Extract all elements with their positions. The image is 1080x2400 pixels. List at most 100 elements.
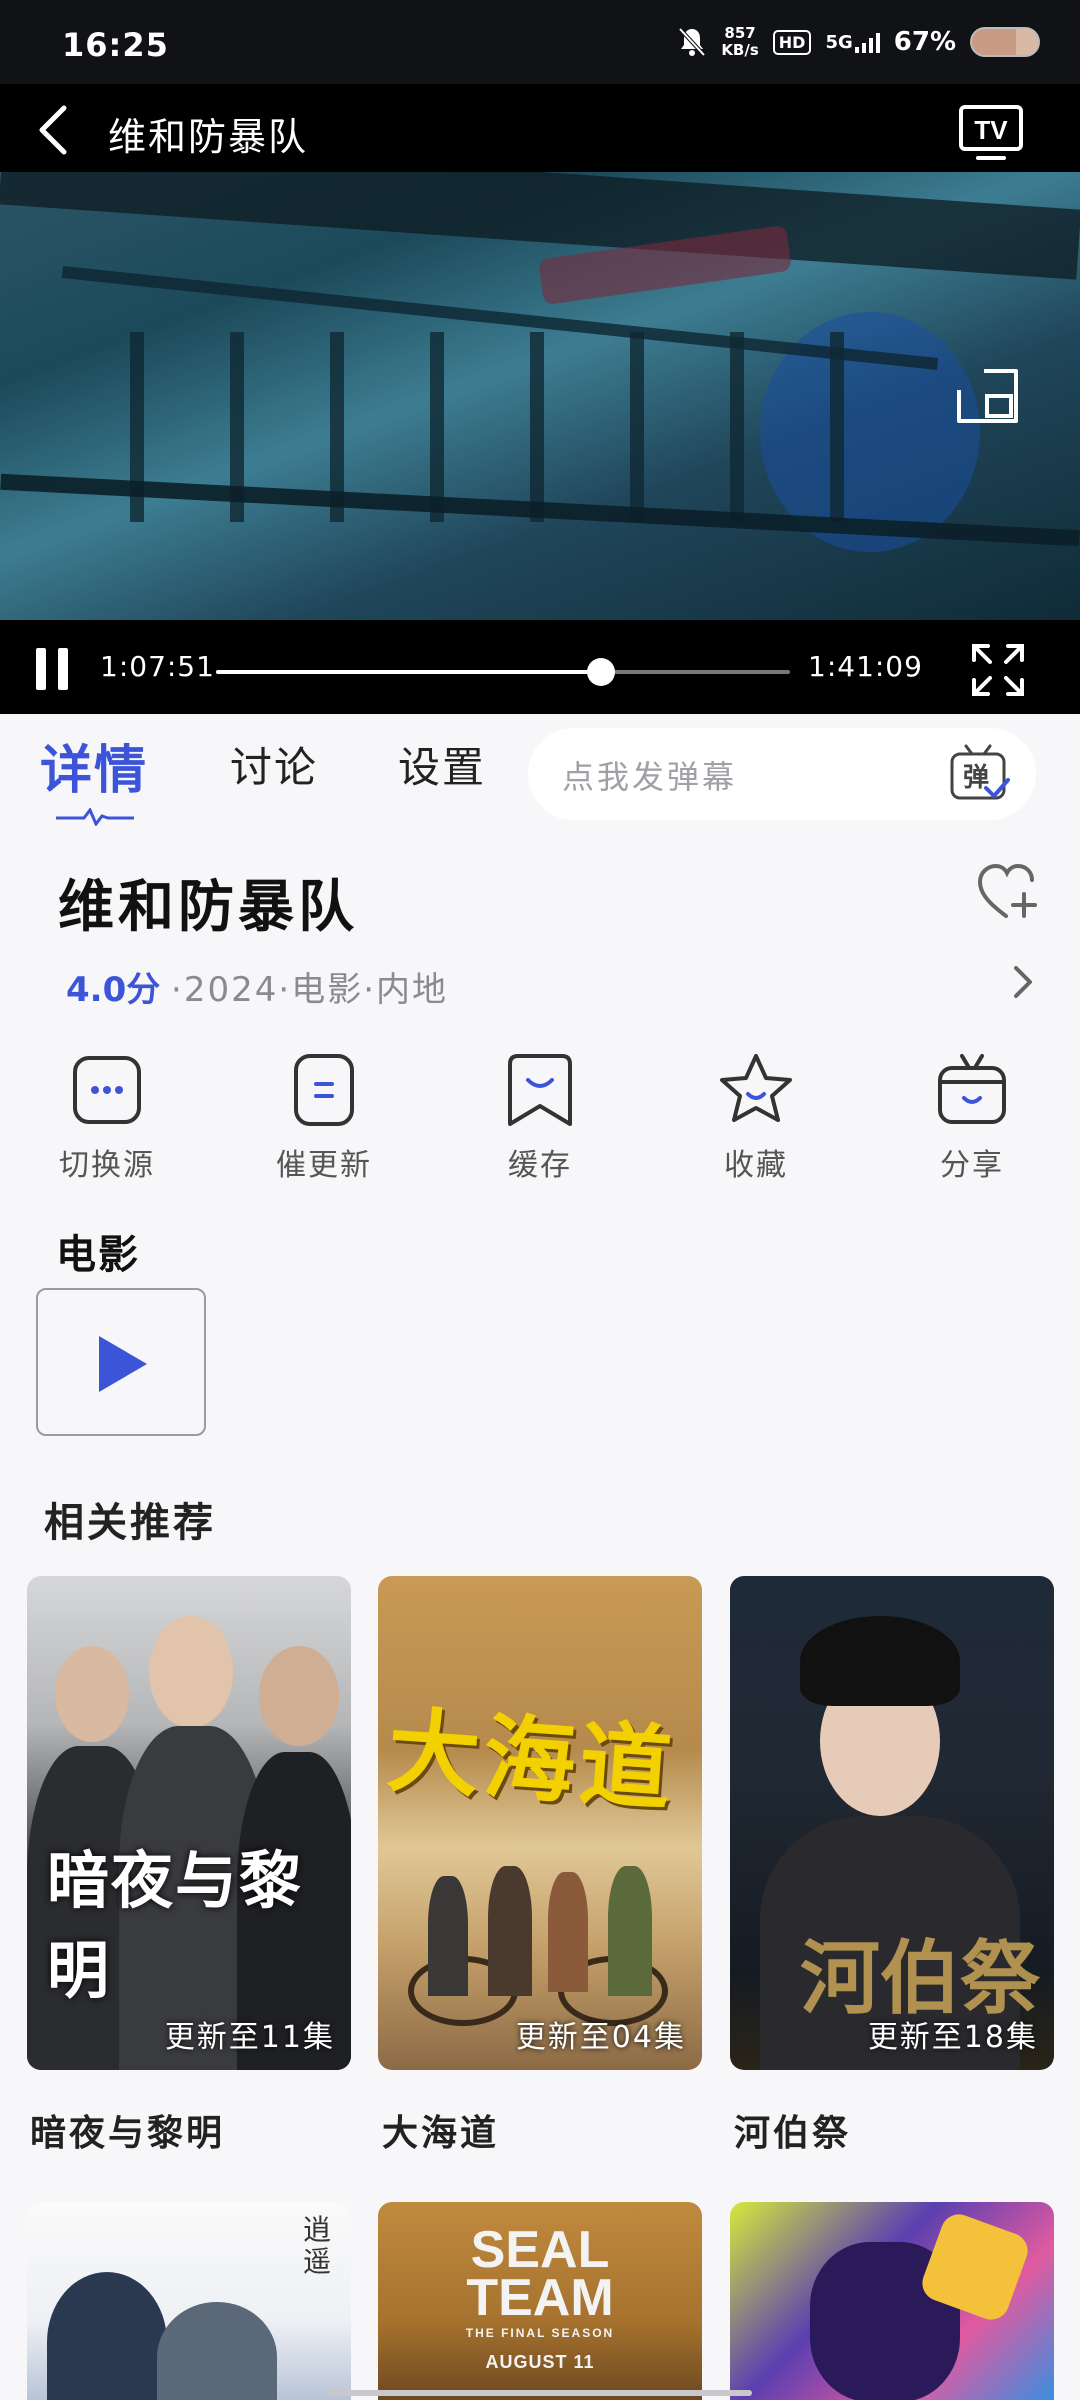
episode-badge: 更新至18集 xyxy=(867,2020,1038,2055)
action-label: 催更新 xyxy=(276,1148,372,1183)
active-tab-indicator xyxy=(56,808,134,826)
tv-cast-icon: TV xyxy=(959,105,1023,160)
recommendation-title[interactable]: 大海道 xyxy=(382,2104,499,2156)
action-label: 收藏 xyxy=(724,1148,788,1183)
signal-bars-icon xyxy=(854,31,880,53)
hd-badge: HD xyxy=(772,29,812,55)
poster-face xyxy=(259,1646,339,1746)
pause-bar xyxy=(36,648,46,690)
recommendation-poster[interactable]: 逍遥 xyxy=(27,2202,351,2400)
recommendation-title[interactable]: 暗夜与黎明 xyxy=(30,2104,225,2156)
episode-badge: 更新至04集 xyxy=(515,2020,686,2055)
back-button[interactable] xyxy=(30,102,80,158)
tv-label: TV xyxy=(974,115,1008,145)
net-speed-unit: KB/s xyxy=(721,41,759,59)
chevron-right-icon xyxy=(1014,966,1032,998)
section-heading-movie: 电影 xyxy=(56,1232,140,1278)
recommendation-poster[interactable]: 暗夜与黎明 更新至11集 xyxy=(27,1576,351,2070)
scene-rail xyxy=(61,266,939,370)
poster-vertical-text: 逍遥 xyxy=(303,2213,332,2278)
scene-post xyxy=(530,332,544,522)
heart-plus-icon xyxy=(977,863,1037,918)
play-episode-card[interactable] xyxy=(36,1288,206,1436)
network-type: 5G xyxy=(825,32,853,53)
scene-post xyxy=(830,332,844,522)
section-heading-recommendations: 相关推荐 xyxy=(44,1500,216,1546)
poster-face xyxy=(55,1646,129,1742)
tab-bar: 详情 讨论 设置 点我发弹幕 弹 xyxy=(0,714,1080,834)
switch-source-button[interactable]: 切换源 xyxy=(27,1050,187,1184)
fullscreen-button[interactable] xyxy=(970,642,1026,698)
danmu-toggle-button[interactable]: 弹 xyxy=(946,742,1010,806)
poster-hair xyxy=(800,1616,960,1706)
play-icon xyxy=(99,1336,147,1392)
meta-info: ·2024·电影·内地 xyxy=(171,970,448,1010)
danmu-icon: 弹 xyxy=(950,744,1010,800)
net-speed-value: 857 xyxy=(724,24,756,42)
video-player[interactable]: 维和防暴队 TV 1:07:51 1:41:09 xyxy=(0,84,1080,714)
poster-figure xyxy=(488,1866,532,1996)
home-indicator[interactable] xyxy=(328,2390,752,2396)
action-label: 分享 xyxy=(940,1148,1004,1183)
update-icon xyxy=(294,1054,354,1126)
favorite-button[interactable]: 收藏 xyxy=(676,1050,836,1184)
scene-post xyxy=(730,332,744,522)
scene-post xyxy=(630,332,644,522)
pause-button[interactable] xyxy=(36,648,76,690)
cell-signal: 5G xyxy=(825,31,880,53)
seek-bar-fill xyxy=(216,670,601,674)
mute-bell-icon xyxy=(678,27,706,57)
poster-face xyxy=(149,1616,233,1728)
follow-button[interactable] xyxy=(976,862,1040,922)
download-cache-icon xyxy=(508,1054,572,1126)
video-frame[interactable] xyxy=(0,134,1080,632)
more-dots-icon xyxy=(73,1056,141,1124)
total-time: 1:41:09 xyxy=(808,650,923,683)
action-row: 切换源 催更新 缓存 收藏 分享 xyxy=(0,1050,1080,1190)
tab-discuss[interactable]: 讨论 xyxy=(230,734,318,795)
pip-button[interactable] xyxy=(954,366,1020,426)
cast-tv-button[interactable]: TV xyxy=(958,104,1024,162)
share-button[interactable]: 分享 xyxy=(892,1050,1052,1184)
poster-figure xyxy=(608,1866,652,1996)
seek-bar[interactable] xyxy=(216,658,790,686)
urge-update-button[interactable]: 催更新 xyxy=(244,1050,404,1184)
recommendation-poster[interactable]: SEAL TEAM THE FINAL SEASON AUGUST 11 xyxy=(378,2202,702,2400)
pause-bar xyxy=(58,648,68,690)
net-speed: 857 KB/s xyxy=(721,25,758,59)
player-controls: 1:07:51 1:41:09 xyxy=(0,620,1080,714)
poster-figure xyxy=(47,2272,167,2400)
danmu-placeholder: 点我发弹幕 xyxy=(562,758,738,796)
recommendation-poster[interactable]: 大海道 更新至04集 xyxy=(378,1576,702,2070)
status-time: 16:25 xyxy=(62,26,169,64)
back-arrow-icon xyxy=(39,105,67,155)
battery-icon xyxy=(970,27,1040,57)
tab-details[interactable]: 详情 xyxy=(40,728,148,803)
current-time: 1:07:51 xyxy=(100,650,215,683)
seek-knob[interactable] xyxy=(586,658,615,686)
recommendation-title[interactable]: 河伯祭 xyxy=(734,2104,851,2156)
details-arrow-button[interactable] xyxy=(1008,962,1036,1002)
poster-figure xyxy=(157,2302,277,2400)
action-label: 缓存 xyxy=(508,1148,572,1183)
poster-title-line: TEAM xyxy=(466,2269,614,2327)
poster-title-art: 暗夜与黎明 xyxy=(47,1844,304,2007)
player-title: 维和防暴队 xyxy=(108,115,309,159)
tab-settings[interactable]: 设置 xyxy=(398,734,486,795)
battery-fill xyxy=(972,29,1017,55)
meta-row[interactable]: 4.0分 ·2024·电影·内地 xyxy=(66,962,448,1011)
status-bar: 16:25 857 KB/s HD 5G 67% xyxy=(0,0,1080,84)
recommendation-poster[interactable] xyxy=(730,2202,1054,2400)
battery-percent: 67% xyxy=(893,27,956,57)
danmu-input[interactable]: 点我发弹幕 弹 xyxy=(528,728,1036,820)
show-title: 维和防暴队 xyxy=(58,875,358,940)
poster-subtitle: THE FINAL SEASON xyxy=(465,2326,615,2340)
cache-button[interactable]: 缓存 xyxy=(460,1050,620,1184)
picture-in-picture-icon xyxy=(957,369,1018,423)
poster-figure xyxy=(428,1876,468,1996)
recommendation-poster[interactable]: 河伯祭 更新至18集 xyxy=(730,1576,1054,2070)
scene-post xyxy=(430,332,444,522)
fullscreen-icon xyxy=(972,644,1024,696)
poster-figure xyxy=(548,1872,588,1992)
poster-title-art: 大海道 xyxy=(384,1697,679,1824)
